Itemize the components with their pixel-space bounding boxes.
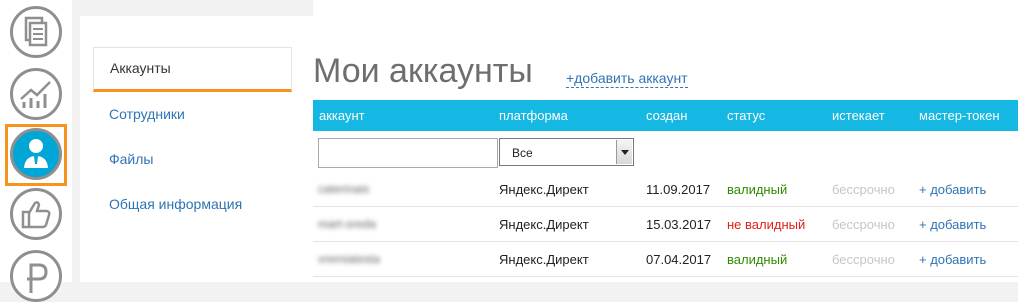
add-token-link[interactable]: + добавить [919,182,986,197]
ruble-icon[interactable] [10,250,62,302]
table-row[interactable]: mart-sreda Яндекс.Директ 15.03.2017 не в… [313,208,1018,242]
created-cell: 07.04.2017 [646,252,712,267]
add-token-link[interactable]: + добавить [919,252,986,267]
account-name: mart-sreda [318,217,377,231]
expires-cell: бессрочно [832,182,895,197]
platform-cell: Яндекс.Директ [499,182,589,197]
created-cell: 15.03.2017 [646,217,712,232]
account-filter-input[interactable] [318,138,498,168]
add-token-link[interactable]: + добавить [919,217,986,232]
column-header-account[interactable]: аккаунт [319,108,365,123]
user-icon[interactable] [10,128,62,180]
column-header-created[interactable]: создан [646,108,687,123]
expires-cell: бессрочно [832,217,895,232]
status-cell: не валидный [727,217,806,232]
table-row[interactable]: vremiatesta Яндекс.Директ 07.04.2017 вал… [313,243,1018,277]
platform-filter-value: Все [512,146,533,160]
chart-icon[interactable] [10,68,62,120]
sub-navigation: Аккаунты Сотрудники Файлы Общая информац… [93,47,292,227]
subnav-item-general-info[interactable]: Общая информация [93,182,292,227]
column-header-expires[interactable]: истекает [832,108,885,123]
status-cell: валидный [727,252,788,267]
table-row[interactable]: caterinais Яндекс.Директ 11.09.2017 вали… [313,173,1018,207]
chevron-down-icon[interactable] [616,140,632,164]
status-cell: валидный [727,182,788,197]
table-header: аккаунт платформа создан статус истекает… [313,100,1018,131]
created-cell: 11.09.2017 [646,182,711,197]
add-account-link[interactable]: +добавить аккаунт [566,70,688,88]
column-header-status[interactable]: статус [727,108,765,123]
accounts-section: Мои аккаунты +добавить аккаунт аккаунт п… [313,0,1018,282]
expires-cell: бессрочно [832,252,895,267]
subnav-item-accounts[interactable]: Аккаунты [93,47,292,92]
icon-rail [0,0,72,302]
thumbs-up-icon[interactable] [10,188,62,240]
platform-cell: Яндекс.Директ [499,252,589,267]
platform-cell: Яндекс.Директ [499,217,589,232]
account-name: caterinais [318,182,370,196]
subnav-item-files[interactable]: Файлы [93,137,292,182]
account-name: vremiatesta [318,252,381,266]
column-header-platform[interactable]: платформа [499,108,568,123]
platform-filter-select[interactable]: Все [499,138,634,166]
filter-row: Все [313,131,1018,174]
page-title: Мои аккаунты [313,52,533,90]
column-header-master-token[interactable]: мастер-токен [919,108,1000,123]
documents-icon[interactable] [10,6,62,58]
subnav-item-employees[interactable]: Сотрудники [93,92,292,137]
